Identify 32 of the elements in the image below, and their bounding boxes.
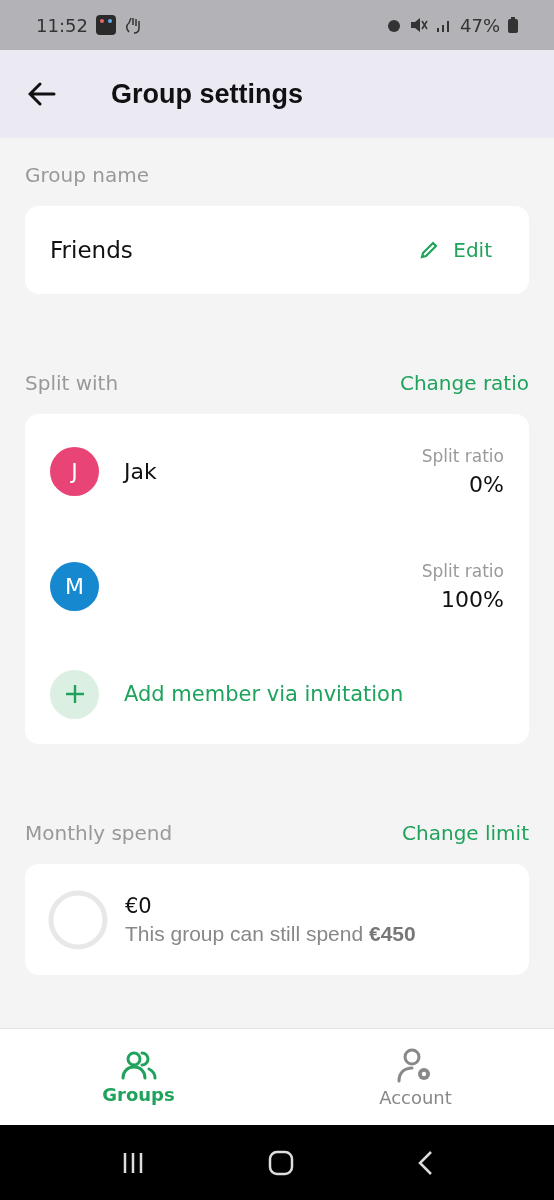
member-avatar: M <box>50 562 99 611</box>
people-icon <box>120 1049 157 1080</box>
member-avatar: J <box>50 447 99 496</box>
add-member-button[interactable]: Add member via invitation <box>25 644 529 744</box>
ratio-value: 0% <box>469 472 504 497</box>
mute-icon <box>410 17 428 33</box>
battery-percent: 47% <box>460 14 500 36</box>
member-name: Jak <box>124 459 158 484</box>
remaining-note: This group can still spend €450 <box>125 921 416 946</box>
battery-icon <box>508 17 518 33</box>
change-limit-button[interactable]: Change limit <box>402 821 529 845</box>
section-label: Group name <box>25 163 149 187</box>
pencil-icon <box>419 240 440 260</box>
section-label: Split with <box>25 371 119 395</box>
group-name: Friends <box>50 237 133 263</box>
alarm-icon <box>386 17 402 33</box>
status-time: 11:52 <box>36 14 88 36</box>
change-ratio-button[interactable]: Change ratio <box>399 371 529 395</box>
spent-amount: €0 <box>125 893 153 918</box>
edit-button[interactable]: Edit <box>419 238 492 262</box>
ratio-label: Split ratio <box>421 561 504 581</box>
back-arrow-icon[interactable] <box>28 82 56 106</box>
ratio-value: 100% <box>441 587 504 612</box>
page-title: Group settings <box>111 78 303 110</box>
plus-icon <box>64 684 85 704</box>
nav-tab[interactable]: Groups <box>0 1029 277 1125</box>
section-label: Monthly spend <box>25 821 173 845</box>
nav-tab[interactable]: Account <box>277 1029 554 1125</box>
app-icon <box>95 15 116 35</box>
ratio-label: Split ratio <box>421 446 504 466</box>
back-icon[interactable] <box>416 1149 433 1176</box>
home-icon[interactable] <box>268 1149 294 1176</box>
